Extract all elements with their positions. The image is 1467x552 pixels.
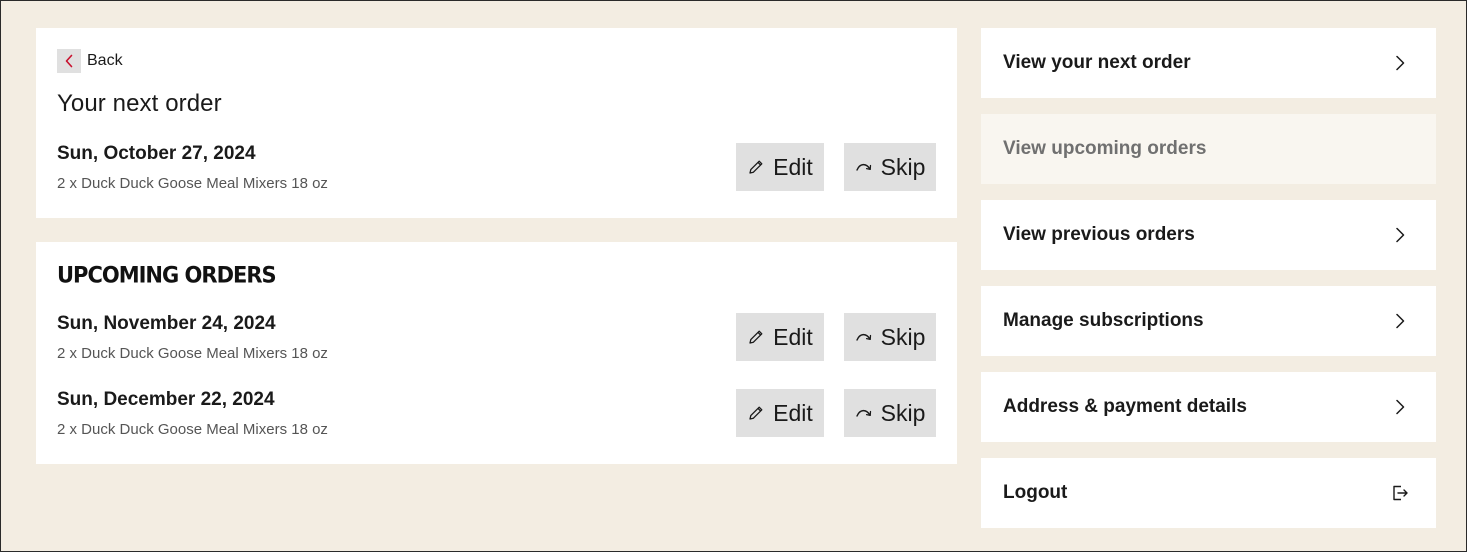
upcoming-orders-card: Upcoming Orders Sun, November 24, 2024 2… xyxy=(36,242,957,464)
order-items: 2 x Duck Duck Goose Meal Mixers 18 oz xyxy=(57,345,328,362)
chevron-right-icon xyxy=(1390,53,1410,73)
pencil-icon xyxy=(747,328,773,346)
sidebar-item-label: Address & payment details xyxy=(1003,396,1247,417)
chevron-right-icon xyxy=(1390,311,1410,331)
order-items: 2 x Duck Duck Goose Meal Mixers 18 oz xyxy=(57,421,328,438)
order-row: Sun, November 24, 2024 2 x Duck Duck Goo… xyxy=(57,313,936,362)
skip-icon xyxy=(855,158,881,176)
sidebar-item-previous-orders[interactable]: View previous orders xyxy=(981,200,1436,270)
order-date: Sun, October 27, 2024 xyxy=(57,143,256,164)
sidebar-item-address-payment[interactable]: Address & payment details xyxy=(981,372,1436,442)
sidebar-item-next-order[interactable]: View your next order xyxy=(981,28,1436,98)
pencil-icon xyxy=(747,404,773,422)
chevron-right-icon xyxy=(1390,225,1410,245)
logout-icon xyxy=(1390,483,1410,503)
skip-icon xyxy=(855,328,881,346)
chevron-left-icon xyxy=(57,49,81,73)
next-order-title: Your next order xyxy=(57,90,222,117)
pencil-icon xyxy=(747,158,773,176)
edit-label: Edit xyxy=(773,323,813,350)
sidebar-item-label: Logout xyxy=(1003,482,1068,503)
back-button[interactable]: Back xyxy=(57,49,123,73)
sidebar-item-upcoming-orders[interactable]: View upcoming orders xyxy=(981,114,1436,184)
skip-label: Skip xyxy=(880,399,926,426)
edit-button[interactable]: Edit xyxy=(736,313,824,361)
order-row: Sun, October 27, 2024 2 x Duck Duck Goos… xyxy=(57,143,936,192)
order-items: 2 x Duck Duck Goose Meal Mixers 18 oz xyxy=(57,175,328,192)
edit-button[interactable]: Edit xyxy=(736,143,824,191)
order-date: Sun, December 22, 2024 xyxy=(57,389,275,410)
skip-icon xyxy=(855,404,881,422)
upcoming-orders-title: Upcoming Orders xyxy=(57,262,277,288)
chevron-right-icon xyxy=(1390,397,1410,417)
back-label: Back xyxy=(87,52,123,69)
sidebar-item-label: View your next order xyxy=(1003,52,1191,73)
sidebar-item-logout[interactable]: Logout xyxy=(981,458,1436,528)
page-frame: Back Your next order Sun, October 27, 20… xyxy=(0,0,1467,552)
sidebar-item-label: View upcoming orders xyxy=(1003,138,1207,159)
edit-label: Edit xyxy=(773,399,813,426)
skip-button[interactable]: Skip xyxy=(844,143,936,191)
next-order-card: Back Your next order Sun, October 27, 20… xyxy=(36,28,957,218)
edit-label: Edit xyxy=(773,153,813,180)
sidebar-item-manage-subscriptions[interactable]: Manage subscriptions xyxy=(981,286,1436,356)
skip-label: Skip xyxy=(880,153,926,180)
skip-button[interactable]: Skip xyxy=(844,389,936,437)
order-row: Sun, December 22, 2024 2 x Duck Duck Goo… xyxy=(57,389,936,438)
order-date: Sun, November 24, 2024 xyxy=(57,313,276,334)
sidebar-item-label: Manage subscriptions xyxy=(1003,310,1204,331)
skip-label: Skip xyxy=(880,323,926,350)
sidebar-item-label: View previous orders xyxy=(1003,224,1195,245)
edit-button[interactable]: Edit xyxy=(736,389,824,437)
skip-button[interactable]: Skip xyxy=(844,313,936,361)
